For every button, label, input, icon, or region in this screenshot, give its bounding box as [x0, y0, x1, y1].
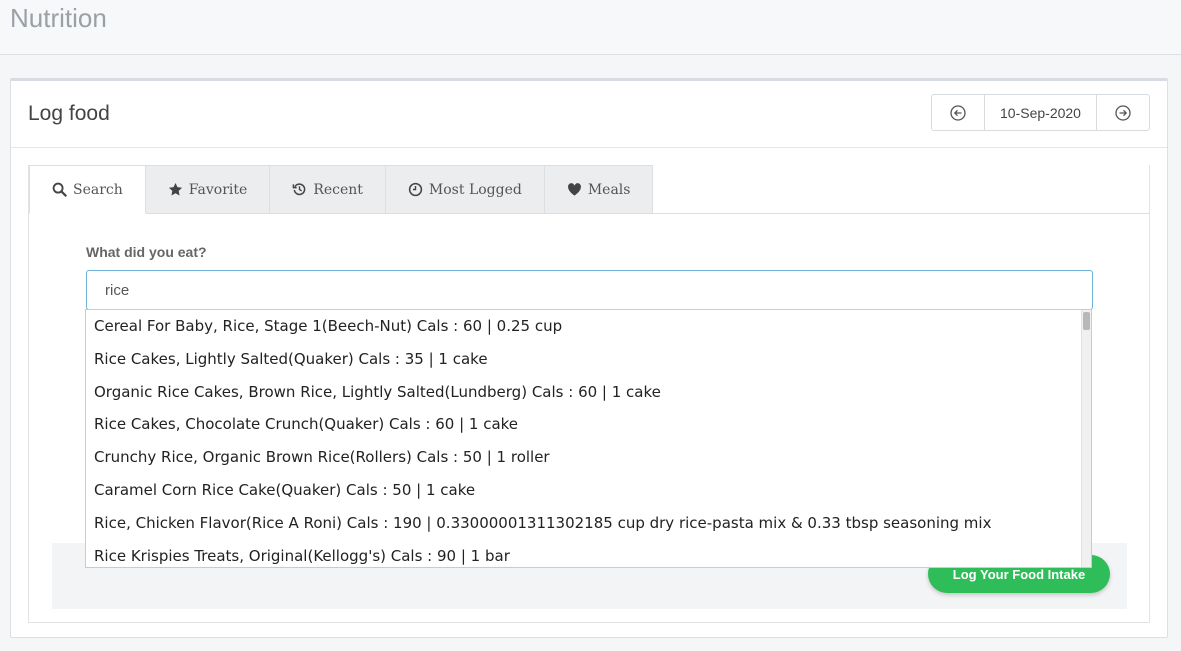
suggestion-item[interactable]: Rice Cakes, Lightly Salted(Quaker) Cals …	[86, 343, 1081, 376]
suggestion-item[interactable]: Rice Krispies Treats, Original(Kellogg's…	[86, 540, 1081, 567]
search-suggestions-dropdown[interactable]: Cereal For Baby, Rice, Stage 1(Beech-Nut…	[85, 309, 1092, 568]
suggestion-item[interactable]: Cereal For Baby, Rice, Stage 1(Beech-Nut…	[86, 310, 1081, 343]
arrow-right-circle-icon	[1115, 104, 1131, 121]
card-title: Log food	[28, 102, 110, 125]
page-title: Nutrition	[10, 3, 107, 33]
scrollbar-thumb[interactable]	[1083, 312, 1090, 330]
food-search-label: What did you eat?	[86, 244, 207, 260]
clock-icon	[408, 182, 423, 197]
tab-divider	[626, 213, 1150, 214]
next-date-button[interactable]	[1097, 95, 1149, 130]
suggestion-item[interactable]: Crunchy Rice, Organic Brown Rice(Rollers…	[86, 441, 1081, 474]
suggestion-item[interactable]: Rice Cakes, Chocolate Crunch(Quaker) Cal…	[86, 408, 1081, 441]
suggestion-item[interactable]: Rice, Chicken Flavor(Rice A Roni) Cals :…	[86, 507, 1081, 540]
card-header: Log food 10-Sep-2020	[11, 81, 1167, 148]
tab-most-logged-label: Most Logged	[428, 181, 522, 198]
suggestion-list: Cereal For Baby, Rice, Stage 1(Beech-Nut…	[86, 310, 1081, 567]
tab-recent[interactable]: Recent	[270, 165, 386, 214]
tab-favorite[interactable]: Favorite	[145, 165, 271, 214]
tab-bar: Search Favorite Recent Most Logged Meals	[29, 165, 654, 214]
tab-search-label: Search	[73, 181, 123, 198]
tab-most-logged[interactable]: Most Logged	[385, 165, 545, 214]
tab-meals-label: Meals	[587, 181, 631, 198]
page-header: Nutrition	[0, 0, 1181, 55]
suggestions-scrollbar[interactable]	[1081, 310, 1091, 567]
suggestion-item[interactable]: Caramel Corn Rice Cake(Quaker) Cals : 50…	[86, 474, 1081, 507]
tab-search[interactable]: Search	[29, 165, 146, 214]
tab-meals[interactable]: Meals	[544, 165, 654, 214]
date-navigator: 10-Sep-2020	[931, 94, 1150, 131]
current-date[interactable]: 10-Sep-2020	[984, 95, 1097, 130]
suggestion-item[interactable]: Organic Rice Cakes, Brown Rice, Lightly …	[86, 376, 1081, 409]
food-search-input[interactable]	[86, 270, 1093, 310]
star-icon	[168, 182, 182, 196]
tab-recent-label: Recent	[313, 181, 363, 198]
heart-icon	[567, 183, 581, 196]
search-icon	[52, 182, 67, 197]
previous-date-button[interactable]	[932, 95, 984, 130]
tab-favorite-label: Favorite	[188, 181, 248, 198]
arrow-left-circle-icon	[950, 104, 966, 121]
history-icon	[292, 183, 306, 196]
